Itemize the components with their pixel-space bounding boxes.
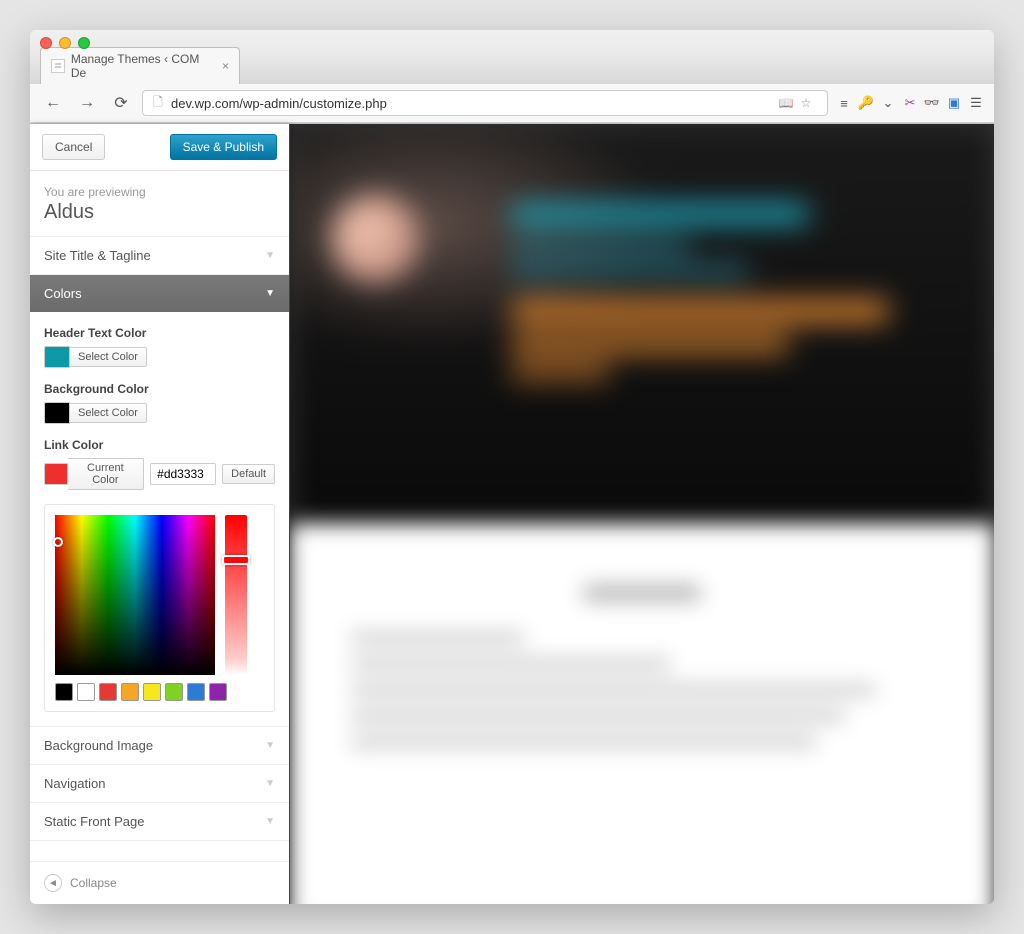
back-button[interactable]: ← (40, 91, 66, 115)
chevron-down-icon: ▼ (265, 816, 275, 827)
window-chrome: Manage Themes ‹ COM De × ← → ⟳ 🗋 📖 ☆ ≡ 🔑… (30, 30, 994, 124)
palette-swatch[interactable] (121, 683, 139, 701)
background-color-section: Background Color Select Color (44, 382, 275, 424)
browser-window: Manage Themes ‹ COM De × ← → ⟳ 🗋 📖 ☆ ≡ 🔑… (30, 30, 994, 904)
scissors-icon[interactable]: ✂ (902, 95, 918, 111)
section-colors: Colors ▼ Header Text Color Select Color … (30, 275, 289, 727)
select-color-button[interactable]: Select Color (70, 403, 147, 423)
swatch-row: Select Color (44, 402, 275, 424)
window-minimize-button[interactable] (59, 37, 71, 49)
forward-button[interactable]: → (74, 91, 100, 115)
save-publish-button[interactable]: Save & Publish (170, 134, 277, 160)
section-header-background-image[interactable]: Background Image ▼ (30, 727, 289, 764)
section-header-navigation[interactable]: Navigation ▼ (30, 765, 289, 802)
collapse-sidebar[interactable]: ◄ Collapse (30, 861, 289, 904)
page-icon (51, 59, 65, 73)
swatch-row: Current Color Default (44, 458, 275, 490)
chevron-down-icon: ▼ (265, 250, 275, 261)
screenshot-icon[interactable]: ▣ (946, 95, 962, 111)
palette-swatch[interactable] (187, 683, 205, 701)
page-icon: 🗋 (151, 96, 165, 110)
traffic-lights (40, 37, 90, 49)
section-header-title-tagline[interactable]: Site Title & Tagline ▼ (30, 237, 289, 274)
section-label: Colors (44, 286, 82, 301)
section-front-page: Static Front Page ▼ (30, 803, 289, 841)
hex-input[interactable] (150, 463, 216, 485)
link-color-label: Link Color (44, 438, 275, 452)
address-bar[interactable]: 🗋 📖 ☆ (142, 90, 828, 116)
reload-button[interactable]: ⟳ (108, 91, 134, 115)
preview-hero (290, 124, 994, 524)
customizer-sidebar: Cancel Save & Publish You are previewing… (30, 124, 290, 904)
saturation-value-field[interactable] (55, 515, 215, 675)
default-color-button[interactable]: Default (222, 464, 275, 484)
chevron-down-icon: ▼ (265, 288, 275, 299)
key-icon[interactable]: 🔑 (858, 95, 874, 111)
section-label: Background Image (44, 738, 153, 753)
palette-row (55, 683, 264, 701)
preview-label: You are previewing (44, 185, 275, 199)
collapse-icon: ◄ (44, 874, 62, 892)
palette-swatch[interactable] (209, 683, 227, 701)
section-header-front-page[interactable]: Static Front Page ▼ (30, 803, 289, 840)
theme-preview (290, 124, 994, 904)
hue-slider[interactable] (225, 515, 247, 675)
select-color-button[interactable]: Select Color (70, 347, 147, 367)
palette-swatch[interactable] (55, 683, 73, 701)
preview-info: You are previewing Aldus (30, 171, 289, 237)
link-color-section: Link Color Current Color Default (44, 438, 275, 712)
pocket-icon[interactable]: ⌄ (880, 95, 896, 111)
window-close-button[interactable] (40, 37, 52, 49)
section-header-colors[interactable]: Colors ▼ (30, 275, 289, 312)
palette-swatch[interactable] (143, 683, 161, 701)
url-input[interactable] (171, 96, 779, 111)
palette-swatch[interactable] (99, 683, 117, 701)
palette-swatch[interactable] (165, 683, 183, 701)
sv-cursor[interactable] (53, 537, 63, 547)
section-label: Static Front Page (44, 814, 144, 829)
section-label: Site Title & Tagline (44, 248, 151, 263)
theme-name: Aldus (44, 201, 275, 224)
background-color-swatch[interactable] (44, 402, 70, 424)
header-text-color-swatch[interactable] (44, 346, 70, 368)
tab-title: Manage Themes ‹ COM De (71, 52, 216, 80)
section-title-tagline: Site Title & Tagline ▼ (30, 237, 289, 275)
browser-tabs: Manage Themes ‹ COM De × (30, 56, 994, 84)
hue-handle[interactable] (222, 555, 250, 565)
background-color-label: Background Color (44, 382, 275, 396)
picker-main (55, 515, 264, 675)
mask-icon[interactable]: 👓 (924, 95, 940, 111)
reader-icon[interactable]: 📖 (779, 96, 793, 110)
section-background-image: Background Image ▼ (30, 727, 289, 765)
menu-icon[interactable]: ☰ (968, 95, 984, 111)
palette-swatch[interactable] (77, 683, 95, 701)
swatch-row: Select Color (44, 346, 275, 368)
colors-panel: Header Text Color Select Color Backgroun… (30, 312, 289, 726)
header-text-color-section: Header Text Color Select Color (44, 326, 275, 368)
chevron-down-icon: ▼ (265, 740, 275, 751)
link-color-swatch[interactable] (44, 463, 68, 485)
header-text-color-label: Header Text Color (44, 326, 275, 340)
star-icon[interactable]: ☆ (799, 96, 813, 110)
section-label: Navigation (44, 776, 105, 791)
preview-body (290, 524, 994, 904)
color-picker (44, 504, 275, 712)
content-area: Cancel Save & Publish You are previewing… (30, 124, 994, 904)
cancel-button[interactable]: Cancel (42, 134, 105, 160)
chevron-down-icon: ▼ (265, 778, 275, 789)
close-tab-icon[interactable]: × (222, 59, 229, 73)
extension-icons: ≡ 🔑 ⌄ ✂ 👓 ▣ ☰ (836, 95, 984, 111)
window-zoom-button[interactable] (78, 37, 90, 49)
collapse-label: Collapse (70, 876, 117, 890)
buffer-icon[interactable]: ≡ (836, 95, 852, 111)
titlebar (30, 30, 994, 56)
section-navigation: Navigation ▼ (30, 765, 289, 803)
browser-toolbar: ← → ⟳ 🗋 📖 ☆ ≡ 🔑 ⌄ ✂ 👓 ▣ ☰ (30, 84, 994, 123)
current-color-button[interactable]: Current Color (68, 458, 145, 490)
sidebar-actions: Cancel Save & Publish (30, 124, 289, 171)
